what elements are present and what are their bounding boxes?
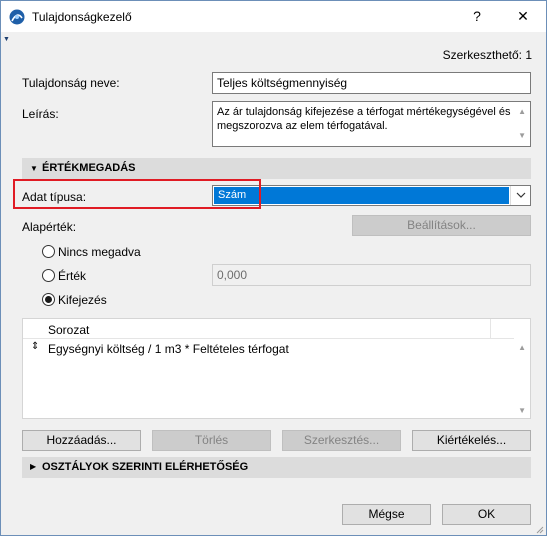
evaluate-button[interactable]: Kiértékelés... [412,430,531,451]
section-value-header[interactable]: ▼ ÉRTÉKMEGADÁS [22,158,531,179]
window-title: Tulajdonságkezelő [32,10,132,24]
description-text: Az ár tulajdonság kifejezése a térfogat … [217,106,511,132]
property-name-input[interactable]: Teljes költségmennyiség [212,72,531,94]
radio-not-specified-label: Nincs megadva [58,245,141,259]
default-value-label: Alapérték: [22,220,77,234]
value-input[interactable]: 0,000 [212,264,531,286]
property-name-label: Tulajdonság neve: [22,76,120,90]
property-manager-window: Tulajdonságkezelő ? ✕ ▼ Szerkeszthető: 1… [0,0,547,536]
delete-button[interactable]: Törlés [152,430,271,451]
section-value-title: ÉRTÉKMEGADÁS [42,162,136,174]
radio-not-specified[interactable] [42,245,55,258]
table-header: Sorozat [23,319,514,339]
expression-table[interactable]: Sorozat ⇕ Egységnyi költség / 1 m3 * Fel… [22,318,531,419]
table-row[interactable]: ⇕ Egységnyi költség / 1 m3 * Feltételes … [23,339,514,357]
add-button[interactable]: Hozzáadás... [22,430,141,451]
dropdown-chevron-icon[interactable] [510,186,530,205]
scroll-up-arrow-icon[interactable]: ▲ [518,105,526,119]
close-button[interactable]: ✕ [500,1,546,32]
expanded-triangle-icon: ▼ [30,164,38,173]
resize-grip-icon[interactable] [534,523,544,534]
radio-selected-dot [45,296,52,303]
archicad-icon [9,9,25,25]
title-bar: Tulajdonságkezelő ? ✕ [1,1,546,32]
description-textarea[interactable]: Az ár tulajdonság kifejezése a térfogat … [212,101,531,147]
collapsed-triangle-icon: ▶ [30,462,37,471]
table-scroll-up-icon[interactable]: ▲ [518,343,526,352]
radio-expression-label: Kifejezés [58,293,107,307]
table-header-series: Sorozat [48,323,90,337]
table-scroll-down-icon[interactable]: ▼ [518,406,526,415]
help-button[interactable]: ? [454,1,500,32]
highlight-box [13,179,261,209]
cancel-button[interactable]: Mégse [342,504,431,525]
radio-value-label: Érték [58,269,87,283]
editable-count: Szerkeszthető: 1 [442,48,532,62]
section-classes-header[interactable]: ▶ OSZTÁLYOK SZERINTI ELÉRHETŐSÉG [22,457,531,478]
radio-expression[interactable] [42,293,55,306]
description-label: Leírás: [22,107,59,121]
section-classes-title: OSZTÁLYOK SZERINTI ELÉRHETŐSÉG [42,461,249,473]
table-cell-expression: Egységnyi költség / 1 m3 * Feltételes té… [48,342,289,356]
dialog-content: ▼ Szerkeszthető: 1 Tulajdonság neve: Tel… [1,32,546,535]
scroll-down-arrow-icon[interactable]: ▼ [518,129,526,143]
radio-value[interactable] [42,269,55,282]
ok-button[interactable]: OK [442,504,531,525]
edit-button[interactable]: Szerkesztés... [282,430,401,451]
collapse-marker-icon: ▼ [3,36,10,43]
column-divider [490,319,491,339]
drag-handle-icon[interactable]: ⇕ [31,341,39,352]
settings-button[interactable]: Beállítások... [352,215,531,236]
